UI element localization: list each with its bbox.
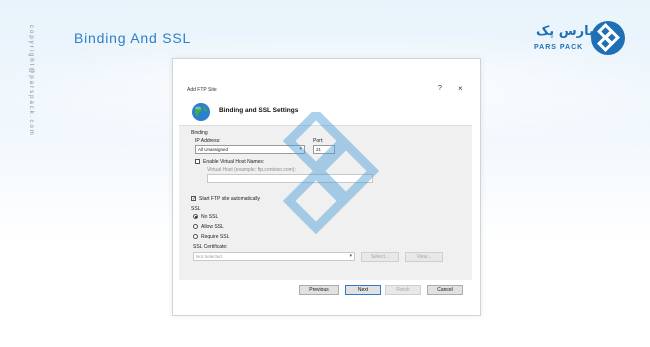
ssl-certificate-value: Not Selected [196,254,222,259]
ssl-certificate-dropdown[interactable]: Not Selected ▾ [193,252,355,261]
start-automatically-checkbox[interactable]: ✓ [191,196,196,202]
parspack-logo-icon [591,21,625,55]
ip-address-value: All Unassigned [198,147,229,152]
parspack-logo: پارس پک PARS PACK [530,20,630,60]
ssl-certificate-label: SSL Certificate: [193,244,228,250]
start-automatically-label: Start FTP site automatically [199,196,261,202]
allow-ssl-radio[interactable] [193,224,198,229]
parspack-watermark-icon [282,112,380,235]
require-ssl-label: Require SSL [201,234,230,240]
virtual-host-checkbox[interactable] [195,159,200,164]
finish-button[interactable]: Finish [385,285,421,295]
close-button[interactable]: × [458,84,463,93]
cancel-button[interactable]: Cancel [427,285,463,295]
logo-persian-text: پارس پک [536,24,594,39]
no-ssl-radio[interactable] [193,214,198,219]
next-button[interactable]: Next [345,285,381,295]
view-certificate-button[interactable]: View... [405,252,443,262]
dialog-window-title: Add FTP Site [187,87,217,93]
require-ssl-radio[interactable] [193,234,198,239]
copyright-text: copyright@parspack.com [28,25,34,137]
page-title: Binding And SSL [74,30,192,46]
help-button[interactable]: ? [438,85,442,92]
binding-group-label: Binding [191,130,208,136]
allow-ssl-label: Allow SSL [201,224,224,230]
globe-icon [192,103,210,121]
chevron-down-icon: ▾ [349,253,352,259]
select-certificate-button[interactable]: Select... [361,252,399,262]
ssl-group-label: SSL [191,206,201,212]
no-ssl-label: No SSL [201,214,219,220]
ip-address-label: IP Address: [195,138,221,144]
logo-english-text: PARS PACK [534,44,584,51]
page: copyright@parspack.com Binding And SSL پ… [0,0,650,347]
previous-button[interactable]: Previous [299,285,339,295]
